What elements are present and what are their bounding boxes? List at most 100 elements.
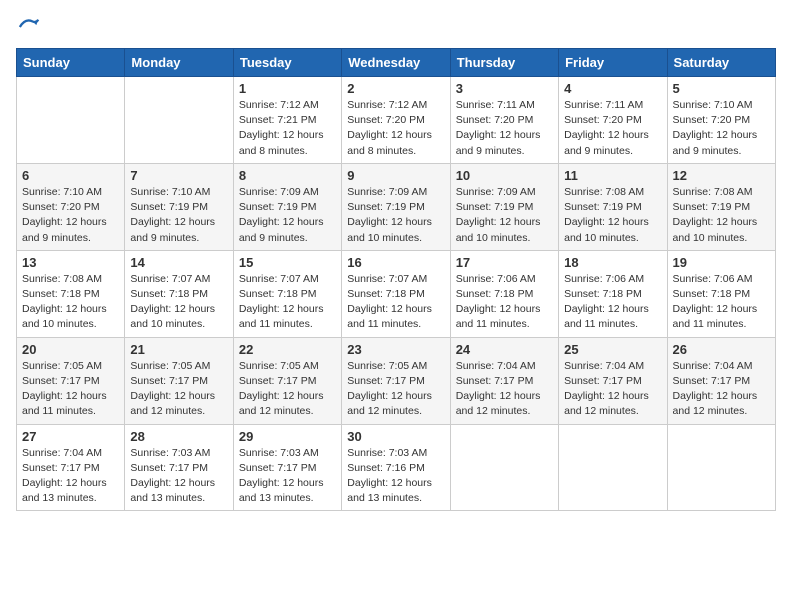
- day-info: Sunrise: 7:05 AM Sunset: 7:17 PM Dayligh…: [130, 359, 227, 420]
- day-info: Sunrise: 7:09 AM Sunset: 7:19 PM Dayligh…: [239, 185, 336, 246]
- day-info: Sunrise: 7:03 AM Sunset: 7:17 PM Dayligh…: [130, 446, 227, 507]
- week-row-2: 6 Sunrise: 7:10 AM Sunset: 7:20 PM Daylig…: [17, 163, 776, 250]
- day-number: 14: [130, 255, 227, 270]
- calendar-cell: 12 Sunrise: 7:08 AM Sunset: 7:19 PM Dayli…: [667, 163, 775, 250]
- col-header-sunday: Sunday: [17, 49, 125, 77]
- calendar-cell: 19 Sunrise: 7:06 AM Sunset: 7:18 PM Dayli…: [667, 250, 775, 337]
- day-number: 21: [130, 342, 227, 357]
- day-number: 10: [456, 168, 553, 183]
- day-number: 7: [130, 168, 227, 183]
- week-row-3: 13 Sunrise: 7:08 AM Sunset: 7:18 PM Dayli…: [17, 250, 776, 337]
- col-header-monday: Monday: [125, 49, 233, 77]
- day-info: Sunrise: 7:04 AM Sunset: 7:17 PM Dayligh…: [456, 359, 553, 420]
- day-number: 30: [347, 429, 444, 444]
- day-info: Sunrise: 7:08 AM Sunset: 7:19 PM Dayligh…: [564, 185, 661, 246]
- day-info: Sunrise: 7:03 AM Sunset: 7:17 PM Dayligh…: [239, 446, 336, 507]
- day-info: Sunrise: 7:05 AM Sunset: 7:17 PM Dayligh…: [347, 359, 444, 420]
- day-number: 29: [239, 429, 336, 444]
- day-number: 23: [347, 342, 444, 357]
- calendar-cell: 2 Sunrise: 7:12 AM Sunset: 7:20 PM Daylig…: [342, 77, 450, 164]
- calendar-cell: 23 Sunrise: 7:05 AM Sunset: 7:17 PM Dayli…: [342, 337, 450, 424]
- day-number: 28: [130, 429, 227, 444]
- week-row-5: 27Sunrise: 7:04 AM Sunset: 7:17 PM Dayli…: [17, 424, 776, 511]
- calendar-cell: 18Sunrise: 7:06 AM Sunset: 7:18 PM Dayli…: [559, 250, 667, 337]
- calendar-cell: [450, 424, 558, 511]
- calendar-cell: 5 Sunrise: 7:10 AM Sunset: 7:20 PM Daylig…: [667, 77, 775, 164]
- day-number: 16: [347, 255, 444, 270]
- header-row: SundayMondayTuesdayWednesdayThursdayFrid…: [17, 49, 776, 77]
- day-number: 3: [456, 81, 553, 96]
- day-info: Sunrise: 7:11 AM Sunset: 7:20 PM Dayligh…: [564, 98, 661, 159]
- day-info: Sunrise: 7:04 AM Sunset: 7:17 PM Dayligh…: [22, 446, 119, 507]
- day-number: 12: [673, 168, 770, 183]
- day-info: Sunrise: 7:03 AM Sunset: 7:16 PM Dayligh…: [347, 446, 444, 507]
- day-number: 20: [22, 342, 119, 357]
- calendar-cell: 11 Sunrise: 7:08 AM Sunset: 7:19 PM Dayli…: [559, 163, 667, 250]
- logo: [16, 16, 40, 38]
- calendar-cell: 21 Sunrise: 7:05 AM Sunset: 7:17 PM Dayli…: [125, 337, 233, 424]
- calendar-cell: [125, 77, 233, 164]
- day-number: 17: [456, 255, 553, 270]
- day-number: 22: [239, 342, 336, 357]
- day-number: 19: [673, 255, 770, 270]
- day-info: Sunrise: 7:09 AM Sunset: 7:19 PM Dayligh…: [456, 185, 553, 246]
- col-header-friday: Friday: [559, 49, 667, 77]
- calendar-cell: 13 Sunrise: 7:08 AM Sunset: 7:18 PM Dayli…: [17, 250, 125, 337]
- calendar-cell: 26 Sunrise: 7:04 AM Sunset: 7:17 PM Dayli…: [667, 337, 775, 424]
- calendar-cell: [559, 424, 667, 511]
- day-number: 8: [239, 168, 336, 183]
- calendar-cell: 15 Sunrise: 7:07 AM Sunset: 7:18 PM Dayli…: [233, 250, 341, 337]
- calendar-cell: 17 Sunrise: 7:06 AM Sunset: 7:18 PM Dayli…: [450, 250, 558, 337]
- calendar-cell: [667, 424, 775, 511]
- day-number: 6: [22, 168, 119, 183]
- day-info: Sunrise: 7:11 AM Sunset: 7:20 PM Dayligh…: [456, 98, 553, 159]
- day-info: Sunrise: 7:07 AM Sunset: 7:18 PM Dayligh…: [347, 272, 444, 333]
- calendar-cell: 4 Sunrise: 7:11 AM Sunset: 7:20 PM Daylig…: [559, 77, 667, 164]
- day-info: Sunrise: 7:08 AM Sunset: 7:18 PM Dayligh…: [22, 272, 119, 333]
- day-number: 5: [673, 81, 770, 96]
- day-info: Sunrise: 7:10 AM Sunset: 7:20 PM Dayligh…: [22, 185, 119, 246]
- day-info: Sunrise: 7:09 AM Sunset: 7:19 PM Dayligh…: [347, 185, 444, 246]
- day-info: Sunrise: 7:05 AM Sunset: 7:17 PM Dayligh…: [239, 359, 336, 420]
- calendar-cell: 1Sunrise: 7:12 AM Sunset: 7:21 PM Daylig…: [233, 77, 341, 164]
- day-number: 25: [564, 342, 661, 357]
- day-number: 2: [347, 81, 444, 96]
- calendar-cell: 14 Sunrise: 7:07 AM Sunset: 7:18 PM Dayli…: [125, 250, 233, 337]
- page-header: [16, 16, 776, 38]
- day-number: 13: [22, 255, 119, 270]
- week-row-1: 1Sunrise: 7:12 AM Sunset: 7:21 PM Daylig…: [17, 77, 776, 164]
- calendar-cell: 22 Sunrise: 7:05 AM Sunset: 7:17 PM Dayli…: [233, 337, 341, 424]
- day-info: Sunrise: 7:12 AM Sunset: 7:20 PM Dayligh…: [347, 98, 444, 159]
- day-number: 9: [347, 168, 444, 183]
- day-info: Sunrise: 7:08 AM Sunset: 7:19 PM Dayligh…: [673, 185, 770, 246]
- day-number: 4: [564, 81, 661, 96]
- day-info: Sunrise: 7:04 AM Sunset: 7:17 PM Dayligh…: [564, 359, 661, 420]
- day-info: Sunrise: 7:05 AM Sunset: 7:17 PM Dayligh…: [22, 359, 119, 420]
- day-info: Sunrise: 7:06 AM Sunset: 7:18 PM Dayligh…: [673, 272, 770, 333]
- calendar-cell: 10 Sunrise: 7:09 AM Sunset: 7:19 PM Dayli…: [450, 163, 558, 250]
- calendar-cell: 7 Sunrise: 7:10 AM Sunset: 7:19 PM Daylig…: [125, 163, 233, 250]
- day-info: Sunrise: 7:06 AM Sunset: 7:18 PM Dayligh…: [456, 272, 553, 333]
- calendar-cell: 3 Sunrise: 7:11 AM Sunset: 7:20 PM Daylig…: [450, 77, 558, 164]
- day-number: 26: [673, 342, 770, 357]
- calendar-cell: 20 Sunrise: 7:05 AM Sunset: 7:17 PM Dayli…: [17, 337, 125, 424]
- calendar-cell: 16 Sunrise: 7:07 AM Sunset: 7:18 PM Dayli…: [342, 250, 450, 337]
- day-number: 11: [564, 168, 661, 183]
- day-number: 24: [456, 342, 553, 357]
- day-info: Sunrise: 7:06 AM Sunset: 7:18 PM Dayligh…: [564, 272, 661, 333]
- day-number: 15: [239, 255, 336, 270]
- day-info: Sunrise: 7:10 AM Sunset: 7:19 PM Dayligh…: [130, 185, 227, 246]
- col-header-thursday: Thursday: [450, 49, 558, 77]
- day-info: Sunrise: 7:07 AM Sunset: 7:18 PM Dayligh…: [130, 272, 227, 333]
- day-info: Sunrise: 7:07 AM Sunset: 7:18 PM Dayligh…: [239, 272, 336, 333]
- calendar-cell: 27Sunrise: 7:04 AM Sunset: 7:17 PM Dayli…: [17, 424, 125, 511]
- col-header-tuesday: Tuesday: [233, 49, 341, 77]
- col-header-wednesday: Wednesday: [342, 49, 450, 77]
- day-info: Sunrise: 7:12 AM Sunset: 7:21 PM Dayligh…: [239, 98, 336, 159]
- calendar-cell: 30 Sunrise: 7:03 AM Sunset: 7:16 PM Dayli…: [342, 424, 450, 511]
- calendar-table: SundayMondayTuesdayWednesdayThursdayFrid…: [16, 48, 776, 511]
- day-info: Sunrise: 7:04 AM Sunset: 7:17 PM Dayligh…: [673, 359, 770, 420]
- day-info: Sunrise: 7:10 AM Sunset: 7:20 PM Dayligh…: [673, 98, 770, 159]
- calendar-cell: 6 Sunrise: 7:10 AM Sunset: 7:20 PM Daylig…: [17, 163, 125, 250]
- calendar-cell: 9 Sunrise: 7:09 AM Sunset: 7:19 PM Daylig…: [342, 163, 450, 250]
